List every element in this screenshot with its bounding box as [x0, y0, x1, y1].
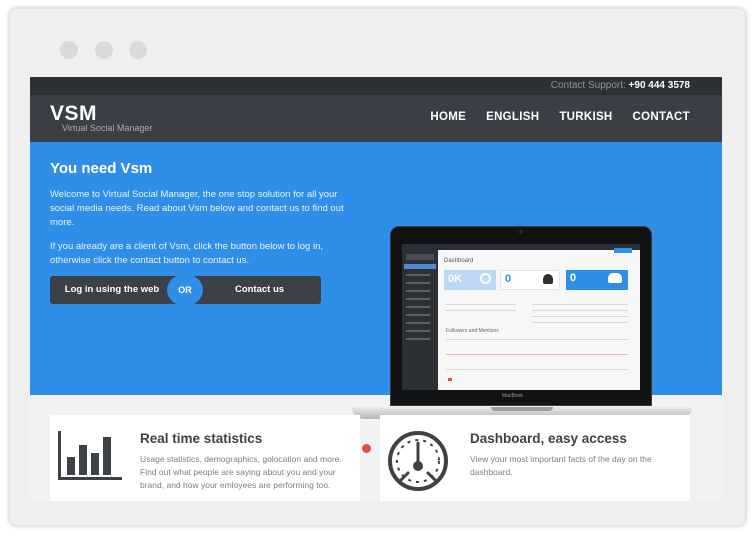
screen-tile-visits: 0K — [444, 270, 496, 290]
feature-text-statistics: Usage statistics, demographics, golocati… — [140, 454, 342, 490]
speedometer-icon — [388, 431, 448, 491]
window-maximize-icon[interactable] — [129, 41, 147, 59]
contact-button[interactable]: Contact us — [186, 276, 321, 304]
hero-login-text: If you already are a client of Vsm, clic… — [50, 241, 324, 266]
hero-banner: You need Vsm Welcome to Virtual Social M… — [30, 142, 722, 453]
laptop-camera-icon — [519, 230, 523, 234]
screen-page-title: Dashboard — [444, 258, 474, 264]
bar-chart-icon — [58, 431, 122, 480]
nav-contact[interactable]: CONTACT — [633, 111, 690, 123]
laptop-brand: MacBook — [502, 393, 523, 399]
hero-intro-text: Welcome to Virtual Social Manager, the o… — [50, 189, 344, 228]
site-tagline: Virtual Social Manager — [62, 123, 153, 133]
feature-text-dashboard: View your most important facts of the da… — [470, 454, 652, 477]
login-button[interactable]: Log in using the web — [50, 276, 186, 304]
hero-button-group: Log in using the web Contact us OR — [50, 274, 321, 306]
laptop-notch — [491, 407, 553, 411]
feature-card-statistics: Real time statistics Usage statistics, d… — [50, 415, 360, 501]
nav-menu: HOME ENGLISH TURKISH CONTACT — [430, 111, 690, 123]
support-phone[interactable]: +90 444 3578 — [629, 80, 690, 91]
screen-tile-value-2: 0 — [505, 273, 512, 285]
hero-title: You need Vsm — [50, 160, 153, 177]
or-badge: OR — [167, 274, 203, 306]
nav-home[interactable]: HOME — [430, 111, 466, 123]
screen-search-icon — [480, 273, 491, 284]
screen-sidebar — [402, 250, 438, 390]
screen-tile-followers: 0 — [566, 270, 628, 290]
screen-tile-users: 0 — [500, 270, 560, 290]
support-label: Contact Support: — [550, 80, 626, 91]
nav-turkish[interactable]: TURKISH — [559, 111, 612, 123]
screen-group-icon — [608, 273, 622, 283]
laptop-screen: Dashboard 0K 0 0 Followers and Mentions — [402, 244, 640, 390]
contact-support: Contact Support: +90 444 3578 — [551, 80, 690, 91]
nav-english[interactable]: ENGLISH — [486, 111, 539, 123]
slider-dot-1[interactable] — [362, 444, 371, 453]
feature-title-dashboard: Dashboard, easy access — [470, 431, 627, 446]
screen-tile-value-3: 0 — [570, 272, 577, 284]
feature-card-dashboard: Dashboard, easy access View your most im… — [380, 415, 690, 501]
feature-title-statistics: Real time statistics — [140, 431, 263, 446]
top-bar: Contact Support: +90 444 3578 — [30, 77, 722, 95]
window-minimize-icon[interactable] — [95, 41, 113, 59]
window-close-icon[interactable] — [60, 41, 78, 59]
screen-section-label: Followers and Mentions — [446, 328, 499, 334]
website: Contact Support: +90 444 3578 VSM Virtua… — [30, 77, 722, 501]
screen-tile-value-1: 0K — [448, 273, 463, 285]
screen-user-icon — [543, 274, 553, 284]
main-navbar: VSM Virtual Social Manager HOME ENGLISH … — [30, 95, 722, 142]
